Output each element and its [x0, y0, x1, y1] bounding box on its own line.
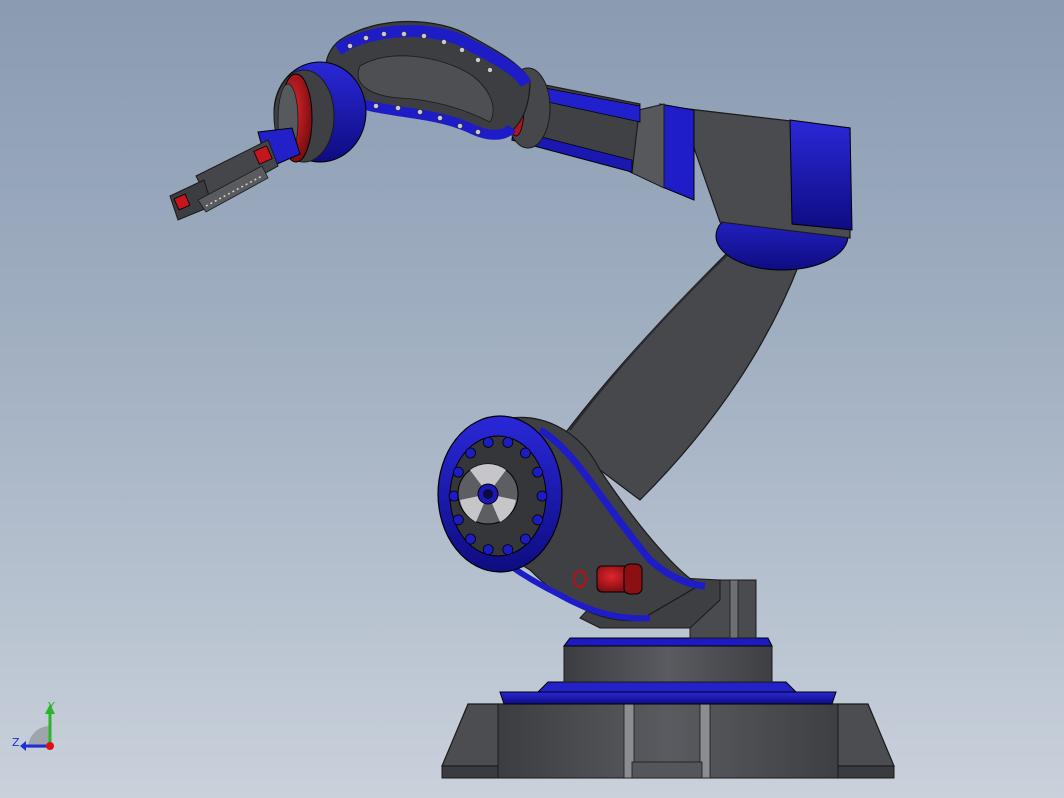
gear-tooth	[452, 514, 464, 526]
turntable[interactable]	[563, 637, 773, 683]
gear-tooth	[465, 447, 476, 459]
gear-tooth	[502, 544, 514, 556]
bolt	[395, 105, 401, 111]
robot-base[interactable]	[441, 681, 895, 779]
bolt	[487, 67, 493, 73]
shoulder-joint-hub[interactable]	[437, 415, 563, 573]
bolt	[437, 115, 443, 121]
bolt	[421, 33, 427, 39]
bolt	[381, 31, 387, 37]
bolt	[441, 39, 447, 45]
gripper[interactable]	[169, 127, 301, 221]
view-triad: Y Z	[12, 700, 55, 751]
bolt	[401, 31, 407, 37]
bolt	[457, 123, 463, 129]
gear-tooth	[452, 466, 464, 478]
bolt	[373, 103, 379, 109]
gear-tooth	[532, 466, 544, 478]
cad-viewport[interactable]: Y Z	[0, 0, 1064, 798]
gear-tooth	[520, 447, 531, 459]
x-axis-dot	[46, 742, 54, 750]
gear-tooth	[448, 490, 460, 502]
bolt	[347, 43, 353, 49]
gear-tooth	[520, 533, 531, 545]
gear-tooth	[536, 490, 548, 502]
bolt	[417, 109, 423, 115]
triad-y-label: Y	[47, 700, 55, 713]
elbow-joint[interactable]	[629, 103, 853, 271]
bolt	[459, 47, 465, 53]
gear-tooth	[482, 436, 494, 448]
gear-tooth	[482, 544, 494, 556]
gear-tooth	[465, 533, 476, 545]
gear-tooth	[532, 514, 544, 526]
bolt	[475, 129, 481, 135]
bolt	[475, 57, 481, 63]
gear-tooth	[502, 436, 514, 448]
triad-z-label: Z	[12, 736, 20, 749]
bolt	[363, 35, 369, 41]
